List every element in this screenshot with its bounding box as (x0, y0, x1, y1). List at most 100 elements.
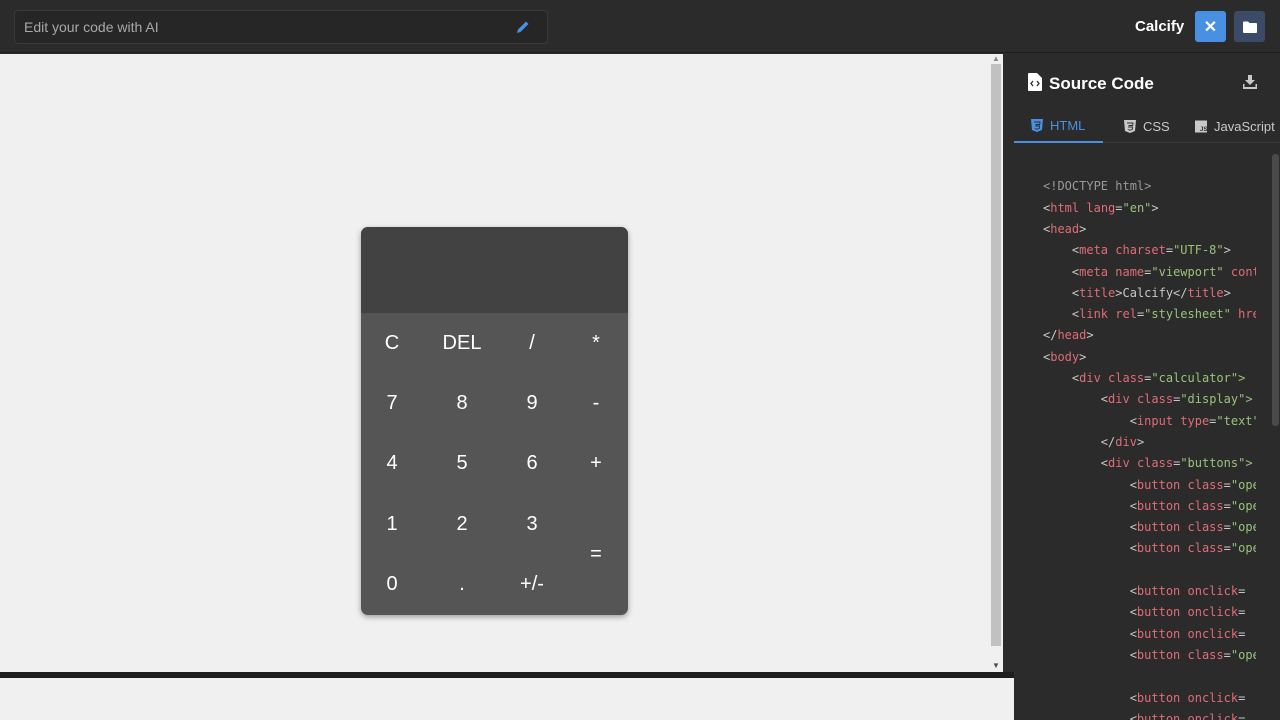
pencil-icon[interactable] (515, 19, 531, 35)
code-line: <title>Calcify</title> (1043, 286, 1256, 307)
code-scroll-thumb[interactable] (1272, 154, 1279, 426)
code-token: = (1238, 626, 1246, 641)
calc-decimal-button[interactable]: . (432, 559, 492, 609)
code-token: button (1136, 605, 1181, 620)
code-token: input (1136, 413, 1174, 428)
tab-css[interactable]: CSS (1124, 110, 1190, 143)
code-line: <button onclick= (1043, 691, 1256, 712)
code-token: < (1043, 392, 1109, 407)
code-token: < (1043, 456, 1109, 471)
preview-scrollbar[interactable]: ▲ ▼ (989, 54, 1003, 672)
code-token: button (1136, 647, 1181, 662)
code-token: < (1043, 243, 1080, 258)
css3-icon (1124, 120, 1136, 133)
code-token: = (1223, 520, 1231, 535)
calc-delete-button[interactable]: DEL (432, 318, 492, 368)
calc-4-button[interactable]: 4 (362, 438, 422, 488)
code-token: = (1238, 584, 1246, 598)
code-line: <input type="text" (1043, 414, 1256, 435)
calc-multiply-button[interactable]: * (566, 318, 626, 368)
code-line: <button onclick= (1043, 605, 1256, 626)
calc-0-button[interactable]: 0 (362, 559, 422, 609)
code-token: button (1136, 711, 1181, 720)
source-title: Source Code (1049, 74, 1154, 93)
code-token: div (1108, 392, 1130, 407)
code-scrollbar[interactable] (1271, 144, 1280, 720)
bottom-pane (0, 678, 1014, 720)
ai-edit-input[interactable] (15, 11, 505, 43)
tab-css-label: CSS (1143, 119, 1170, 134)
calc-6-button[interactable]: 6 (502, 438, 562, 488)
code-token: "text" (1216, 413, 1256, 428)
scroll-down-icon[interactable]: ▼ (992, 661, 1000, 670)
top-bar: Calcify ✕ (0, 0, 1280, 53)
code-editor[interactable]: <!DOCTYPE html> <html lang="en"> <head> <m… (1014, 144, 1270, 720)
source-panel: Source Code HTML CSS JS JavaScript <!DOC… (1014, 54, 1280, 720)
code-token: > (1151, 200, 1159, 215)
calc-divide-button[interactable]: / (502, 318, 562, 368)
vertical-splitter[interactable] (1003, 54, 1014, 678)
svg-text:JS: JS (1200, 127, 1207, 133)
code-token: onclick (1180, 626, 1239, 641)
code-line: <button onclick= (1043, 627, 1256, 648)
tab-html[interactable]: HTML (1014, 110, 1103, 143)
calc-1-button[interactable]: 1 (362, 499, 422, 549)
folder-icon (1242, 21, 1257, 33)
download-icon[interactable] (1243, 75, 1257, 89)
preview-scroll-thumb[interactable] (991, 64, 1001, 646)
code-token: div (1108, 456, 1130, 471)
code-token: > (1223, 243, 1231, 258)
source-tabs: HTML CSS JS JavaScript (1014, 110, 1280, 143)
open-folder-button[interactable] (1234, 11, 1265, 42)
calc-display[interactable] (361, 227, 628, 313)
close-button[interactable]: ✕ (1195, 11, 1226, 42)
code-token: = (1223, 647, 1231, 662)
code-token: = (1238, 690, 1246, 705)
calc-9-button[interactable]: 9 (502, 378, 562, 428)
code-token: < (1043, 520, 1137, 535)
code-token: head (1050, 221, 1080, 236)
code-token: onclick (1180, 605, 1239, 620)
code-token: > (1086, 328, 1094, 343)
code-line: <link rel="stylesheet" href (1043, 307, 1256, 328)
calc-2-button[interactable]: 2 (432, 499, 492, 549)
calc-equals-button[interactable]: = (566, 499, 626, 609)
code-token: < (1043, 477, 1137, 492)
calc-3-button[interactable]: 3 (502, 499, 562, 549)
ai-edit-box (14, 10, 548, 44)
code-token: div (1079, 371, 1101, 385)
code-token: button (1136, 520, 1181, 535)
code-token: body (1050, 349, 1080, 364)
code-file-icon (1028, 73, 1042, 91)
calc-8-button[interactable]: 8 (432, 378, 492, 428)
calc-minus-button[interactable]: - (566, 378, 626, 428)
calc-sign-button[interactable]: +/- (502, 559, 562, 609)
code-token: > (1136, 434, 1145, 449)
code-token: < (1043, 605, 1137, 620)
code-token: class (1180, 477, 1224, 492)
code-token: < (1043, 413, 1137, 428)
calc-5-button[interactable]: 5 (432, 438, 492, 488)
code-token: = (1238, 605, 1246, 620)
code-token: <!DOCTYPE html> (1043, 179, 1152, 194)
scroll-up-icon[interactable]: ▲ (992, 54, 1000, 63)
code-token: class (1100, 371, 1145, 385)
code-token: "stylesheet" (1144, 307, 1231, 322)
code-line: <html lang="en"> (1043, 201, 1256, 222)
code-line: <button class="operator" (1043, 499, 1256, 520)
code-token: "operator" (1230, 647, 1256, 662)
code-token: > (1223, 285, 1231, 300)
code-token: onclick (1180, 711, 1239, 720)
code-token: = (1238, 711, 1246, 720)
calc-7-button[interactable]: 7 (362, 378, 422, 428)
calc-plus-button[interactable]: + (566, 438, 626, 488)
code-token: "buttons"> (1180, 456, 1253, 471)
calc-clear-button[interactable]: C (362, 318, 422, 368)
tab-javascript-label: JavaScript (1214, 119, 1275, 134)
code-token: onclick (1180, 584, 1239, 598)
tab-javascript[interactable]: JS JavaScript (1195, 110, 1280, 143)
code-token: title (1079, 285, 1116, 300)
code-line: <body> (1043, 350, 1256, 371)
